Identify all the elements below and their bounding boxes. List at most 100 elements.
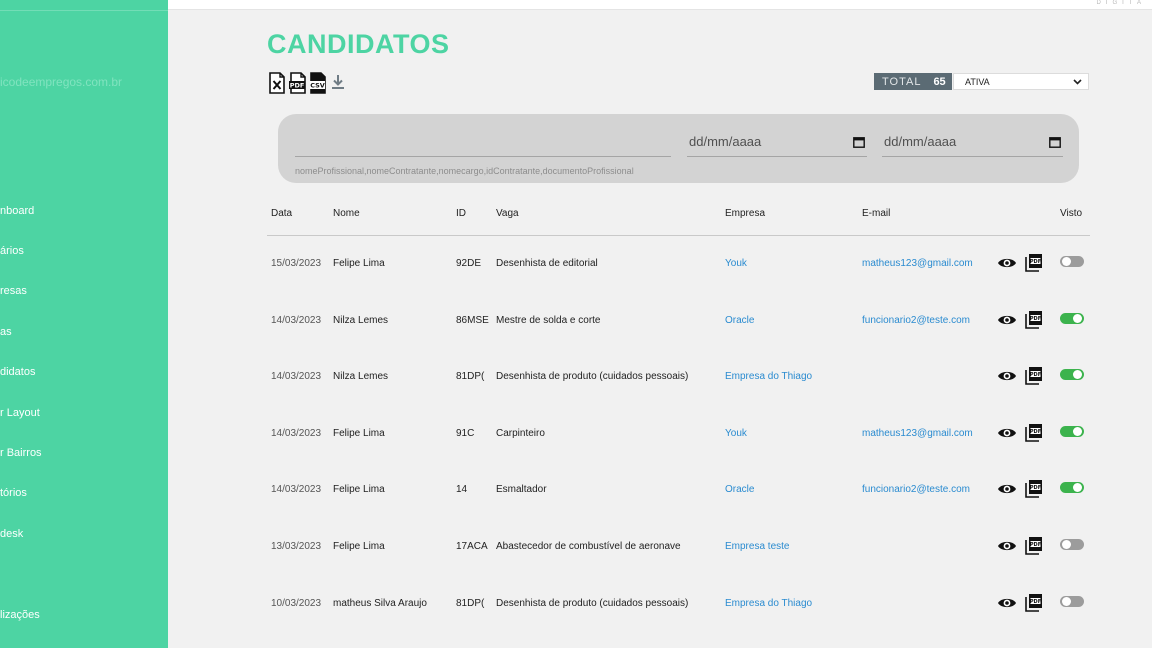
calendar-icon[interactable] [853,136,865,148]
column-header-id[interactable]: ID [456,208,466,219]
toggle-knob [1073,483,1082,492]
row-name: matheus Silva Araujo [333,598,427,609]
row-id: 81DP( [456,598,485,609]
seen-toggle[interactable] [1060,426,1084,437]
toggle-knob [1073,427,1082,436]
row-id: 91C [456,428,475,439]
seen-toggle[interactable] [1060,369,1084,380]
eye-icon[interactable] [997,481,1017,497]
row-date: 10/03/2023 [271,598,322,609]
row-email-link[interactable]: funcionario2@teste.com [862,315,970,326]
row-company-link[interactable]: Oracle [725,315,754,326]
row-name: Felipe Lima [333,258,385,269]
row-id: 17ACA [456,541,488,552]
csv-icon[interactable]: CSV [309,72,327,94]
top-bar [168,0,1152,10]
seen-toggle[interactable] [1060,482,1084,493]
sidebar-item-dashboard[interactable]: nboard [0,205,34,217]
column-header-job[interactable]: Vaga [496,208,519,219]
eye-icon[interactable] [997,368,1017,384]
row-email-link[interactable]: matheus123@gmail.com [862,428,973,439]
row-email-link[interactable]: matheus123@gmail.com [862,258,973,269]
total-label: TOTAL [882,75,922,88]
row-company-link[interactable]: Youk [725,428,747,439]
status-select[interactable]: ATIVA [953,73,1089,90]
row-company-link[interactable]: Empresa teste [725,541,789,552]
pdf-document-icon[interactable]: PDF [1025,479,1045,498]
chevron-down-icon [1073,78,1082,85]
header-divider [267,235,1090,236]
row-job: Mestre de solda e corte [496,315,601,326]
pdf-icon[interactable]: PDF [289,72,307,94]
row-job: Esmaltador [496,484,547,495]
sidebar-item-vagas[interactable]: as [0,326,12,338]
row-company-link[interactable]: Empresa do Thiago [725,598,812,609]
row-id: 86MSE [456,315,489,326]
row-date: 15/03/2023 [271,258,322,269]
row-date: 14/03/2023 [271,428,322,439]
pdf-document-icon[interactable]: PDF [1025,366,1045,385]
search-input[interactable] [295,130,671,157]
excel-icon[interactable] [268,72,286,94]
row-date: 14/03/2023 [271,371,322,382]
toggle-knob [1062,597,1071,606]
sidebar-site-url: icodeempregos.com.br [0,75,123,89]
seen-toggle[interactable] [1060,313,1084,324]
row-job: Desenhista de produto (cuidados pessoais… [496,598,689,609]
eye-icon[interactable] [997,255,1017,271]
sidebar-item-empresas[interactable]: resas [0,285,27,297]
pdf-document-icon[interactable]: PDF [1025,423,1045,442]
column-header-date[interactable]: Data [271,208,292,219]
svg-text:PDF: PDF [290,82,305,90]
filter-panel: nomeProfissional,nomeContratante,nomecar… [278,114,1079,183]
row-email-link[interactable]: funcionario2@teste.com [862,484,970,495]
column-header-company[interactable]: Empresa [725,208,765,219]
eye-icon[interactable] [997,312,1017,328]
row-name: Nilza Lemes [333,315,389,326]
row-id: 92DE [456,258,482,269]
page-title: CANDIDATOS [267,29,450,59]
download-icon[interactable] [330,72,348,94]
row-job: Desenhista de editorial [496,258,598,269]
pdf-document-icon[interactable]: PDF [1025,253,1045,272]
row-date: 14/03/2023 [271,315,322,326]
svg-text:PDF: PDF [1030,485,1041,491]
eye-icon[interactable] [997,538,1017,554]
sidebar-item-layout[interactable]: r Layout [0,407,40,419]
row-date: 13/03/2023 [271,541,322,552]
row-company-link[interactable]: Youk [725,258,747,269]
toggle-knob [1062,540,1071,549]
eye-icon[interactable] [997,595,1017,611]
row-company-link[interactable]: Oracle [725,484,754,495]
sidebar: icodeempregos.com.br nboard ários resas … [0,0,168,648]
seen-toggle[interactable] [1060,539,1084,550]
seen-toggle[interactable] [1060,596,1084,607]
total-counter: TOTAL 65 [874,73,952,90]
sidebar-item-candidatos[interactable]: didatos [0,366,35,378]
svg-text:PDF: PDF [1030,599,1041,605]
seen-toggle[interactable] [1060,256,1084,267]
sidebar-item-bairros[interactable]: r Bairros [0,447,42,459]
row-date: 14/03/2023 [271,484,322,495]
sidebar-item-relatorios[interactable]: tórios [0,487,27,499]
row-company-link[interactable]: Empresa do Thiago [725,371,812,382]
sidebar-item-helpdesk[interactable]: desk [0,528,23,540]
column-header-email[interactable]: E-mail [862,208,890,219]
pdf-document-icon[interactable]: PDF [1025,536,1045,555]
row-job: Abastecedor de combustível de aeronave [496,541,681,552]
search-hint: nomeProfissional,nomeContratante,nomecar… [295,166,634,176]
sidebar-item-atualizacoes[interactable]: lizações [0,609,40,621]
date-to-field[interactable]: dd/mm/aaaa [882,127,1063,157]
row-name: Felipe Lima [333,541,385,552]
toggle-knob [1073,370,1082,379]
pdf-document-icon[interactable]: PDF [1025,310,1045,329]
column-header-name[interactable]: Nome [333,208,360,219]
date-from-field[interactable]: dd/mm/aaaa [687,127,867,157]
pdf-document-icon[interactable]: PDF [1025,593,1045,612]
eye-icon[interactable] [997,425,1017,441]
column-header-seen[interactable]: Visto [1060,208,1082,219]
sidebar-item-usuarios[interactable]: ários [0,245,24,257]
calendar-icon[interactable] [1049,136,1061,148]
row-name: Felipe Lima [333,428,385,439]
total-value: 65 [933,75,946,88]
